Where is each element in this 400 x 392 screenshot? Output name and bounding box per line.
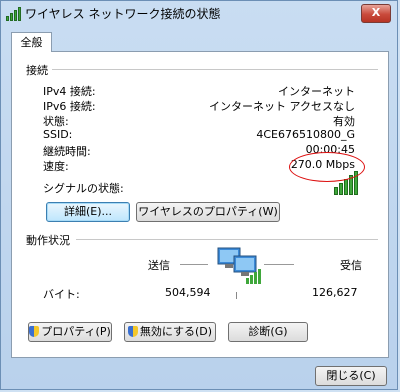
wireless-properties-button[interactable]: ワイヤレスのプロパティ(W) bbox=[136, 202, 280, 222]
tab-general[interactable]: 全般 bbox=[11, 32, 52, 52]
ssid-label: SSID: bbox=[43, 128, 73, 141]
connection-section-heading: 接続 bbox=[26, 64, 48, 77]
sent-label: 送信 bbox=[148, 259, 170, 272]
section-divider bbox=[76, 239, 378, 240]
properties-button[interactable]: プロパティ(P) bbox=[28, 322, 112, 342]
speed-label: 速度: bbox=[43, 160, 69, 173]
activity-section-heading: 動作状況 bbox=[26, 234, 70, 247]
bytes-label: バイト: bbox=[43, 288, 80, 301]
network-link-line bbox=[236, 292, 237, 299]
close-window-icon[interactable]: X bbox=[361, 4, 391, 23]
details-button[interactable]: 詳細(E)... bbox=[46, 202, 130, 222]
close-button[interactable]: 閉じる(C) bbox=[315, 366, 387, 386]
speed-highlight-oval bbox=[289, 152, 365, 182]
duration-label: 継続時間: bbox=[43, 145, 91, 158]
sent-line bbox=[180, 264, 208, 265]
received-line bbox=[264, 264, 294, 265]
ipv4-value: インターネット bbox=[278, 85, 355, 98]
status-value: 有効 bbox=[333, 115, 355, 128]
ssid-value: 4CE676510800_G bbox=[256, 128, 355, 141]
ipv6-label: IPv6 接続: bbox=[43, 100, 96, 113]
shield-icon bbox=[127, 326, 138, 337]
signal-label: シグナルの状態: bbox=[43, 182, 124, 195]
title-bar[interactable]: ワイヤレス ネットワーク接続の状態 X bbox=[1, 1, 397, 27]
ipv4-label: IPv4 接続: bbox=[43, 85, 96, 98]
wireless-signal-icon bbox=[6, 7, 22, 21]
disable-button-label: 無効にする(D) bbox=[139, 325, 213, 338]
disable-button[interactable]: 無効にする(D) bbox=[124, 322, 216, 342]
status-label: 状態: bbox=[43, 115, 69, 128]
properties-button-label: プロパティ(P) bbox=[41, 325, 111, 338]
diagnose-button[interactable]: 診断(G) bbox=[228, 322, 308, 342]
received-bytes-value: 126,627 bbox=[312, 286, 358, 299]
window-title: ワイヤレス ネットワーク接続の状態 bbox=[25, 7, 221, 21]
tab-panel-general: 接続 IPv4 接続: インターネット IPv6 接続: インターネット アクセ… bbox=[11, 51, 389, 358]
status-dialog: ワイヤレス ネットワーク接続の状態 X 全般 接続 IPv4 接続: インターネ… bbox=[0, 0, 398, 390]
network-computers-icon bbox=[217, 247, 261, 284]
ipv6-value: インターネット アクセスなし bbox=[209, 100, 355, 113]
received-label: 受信 bbox=[340, 259, 362, 272]
section-divider bbox=[52, 69, 378, 70]
sent-bytes-value: 504,594 bbox=[165, 286, 211, 299]
shield-icon bbox=[29, 326, 40, 337]
